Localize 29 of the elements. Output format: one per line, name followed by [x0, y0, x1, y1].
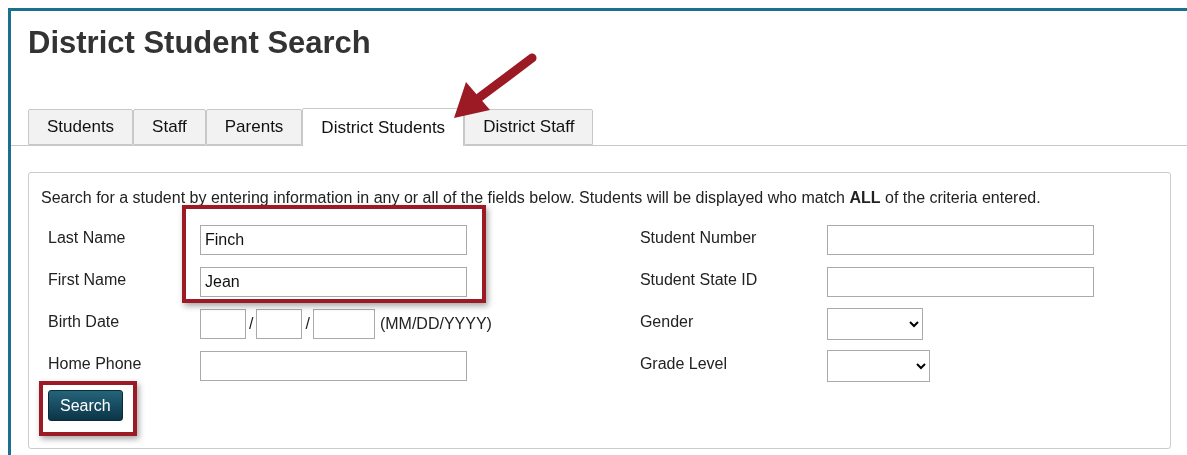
page-title: District Student Search: [27, 24, 372, 62]
field-label: Grade Level: [639, 355, 729, 373]
field-label: Gender: [639, 313, 695, 331]
text-field[interactable]: Finch: [200, 225, 467, 255]
field-label: First Name: [48, 271, 128, 289]
tab[interactable]: Parents: [205, 109, 303, 145]
search-button[interactable]: Search: [48, 390, 123, 421]
text-field[interactable]: Jean: [200, 267, 467, 297]
date-separator: /: [305, 315, 310, 333]
date-field[interactable]: [200, 309, 246, 339]
text-field[interactable]: [826, 225, 1094, 255]
date-field[interactable]: [256, 309, 303, 339]
tab[interactable]: District Students: [302, 108, 465, 146]
field-label: Birth Date: [48, 313, 121, 331]
field-label: Home Phone: [48, 355, 143, 373]
date-field[interactable]: [312, 309, 375, 339]
text-field[interactable]: [200, 351, 467, 381]
date-separator: /: [249, 315, 254, 333]
tab[interactable]: Staff: [133, 109, 206, 145]
tab[interactable]: Students: [28, 109, 134, 145]
field-label: Last Name: [48, 229, 127, 247]
text-field[interactable]: [826, 267, 1094, 297]
tab[interactable]: District Staff: [464, 109, 594, 145]
field-label: Student State ID: [639, 271, 759, 289]
dropdown[interactable]: [826, 308, 923, 340]
field-label: Student Number: [639, 229, 758, 247]
date-format-hint: (MM/DD/YYYY): [379, 315, 492, 333]
dropdown[interactable]: [826, 350, 930, 382]
instructions: Search for a student by entering information in any or all of the fields below. Students will be displayed who match ALL of the criteria entered.: [41, 188, 1042, 208]
